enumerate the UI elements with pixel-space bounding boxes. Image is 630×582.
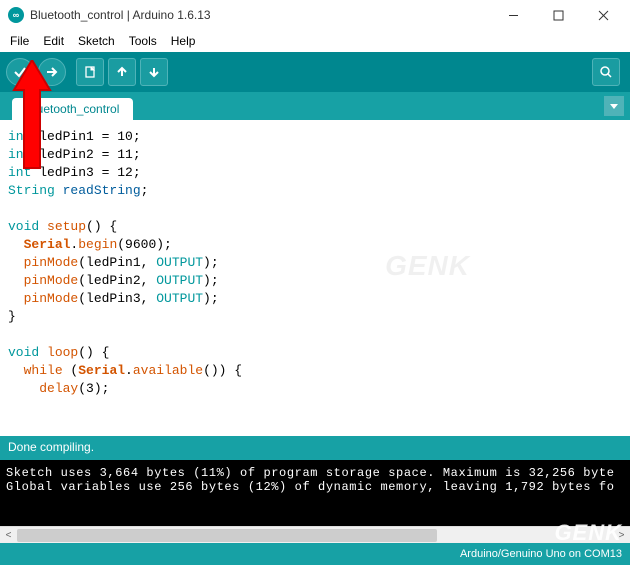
save-sketch-button[interactable] [140,58,168,86]
compile-status-text: Done compiling. [8,440,94,454]
maximize-button[interactable] [536,0,581,30]
menu-bar: File Edit Sketch Tools Help [0,30,630,52]
board-port-label: Arduino/Genuino Uno on COM13 [460,548,622,560]
scroll-thumb[interactable] [17,529,437,542]
open-sketch-button[interactable] [108,58,136,86]
code-token: int [8,129,31,144]
output-console[interactable]: Sketch uses 3,664 bytes (11%) of program… [0,460,630,526]
arduino-app-icon: ∞ [8,7,24,23]
title-bar: ∞ Bluetooth_control | Arduino 1.6.13 [0,0,630,30]
code-token: void [8,219,39,234]
tab-bar: Bluetooth_control [0,92,630,120]
menu-sketch[interactable]: Sketch [72,32,121,50]
window-controls [491,0,626,30]
menu-file[interactable]: File [4,32,35,50]
window-title: Bluetooth_control | Arduino 1.6.13 [30,8,491,22]
sketch-tab[interactable]: Bluetooth_control [12,98,133,120]
upload-button[interactable] [38,58,66,86]
code-editor[interactable]: int ledPin1 = 10; int ledPin2 = 11; int … [0,120,630,436]
code-token: int [8,147,31,162]
verify-button[interactable] [6,58,34,86]
footer-bar: Arduino/Genuino Uno on COM13 [0,543,630,565]
close-button[interactable] [581,0,626,30]
new-sketch-button[interactable] [76,58,104,86]
scroll-track[interactable] [17,527,613,543]
console-line: Global variables use 256 bytes (12%) of … [6,480,624,494]
scroll-left-icon[interactable]: < [0,527,17,544]
toolbar [0,52,630,92]
scroll-right-icon[interactable]: > [613,527,630,544]
compile-status-bar: Done compiling. [0,436,630,460]
console-horizontal-scrollbar[interactable]: < > [0,526,630,543]
console-line: Sketch uses 3,664 bytes (11%) of program… [6,466,624,480]
code-token: int [8,165,31,180]
minimize-button[interactable] [491,0,536,30]
code-token: void [8,345,39,360]
menu-tools[interactable]: Tools [123,32,163,50]
menu-edit[interactable]: Edit [37,32,70,50]
serial-monitor-button[interactable] [592,58,620,86]
code-token: String [8,183,55,198]
menu-help[interactable]: Help [165,32,202,50]
tab-menu-button[interactable] [604,96,624,116]
